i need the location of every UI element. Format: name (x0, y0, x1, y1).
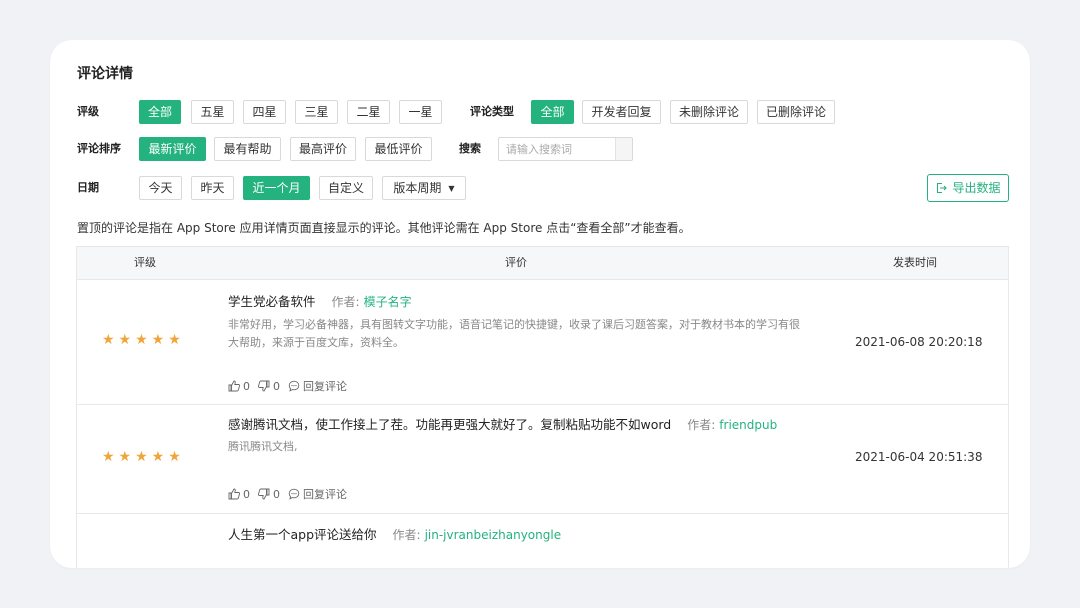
comment-icon (288, 488, 300, 500)
thumb-up-icon (228, 380, 240, 392)
pinned-review-notice: 置顶的评论是指在 App Store 应用详情页面直接显示的评论。其他评论需在 … (77, 221, 691, 235)
export-data-label: 导出数据 (952, 181, 1001, 195)
like-button[interactable]: 0 (228, 380, 250, 393)
comment-icon (288, 380, 300, 392)
review-title-text: 学生党必备软件 (228, 294, 316, 309)
review-actions: 0 0 回复评论 (228, 378, 355, 394)
author-name[interactable]: jin-jvranbeizhanyongle (425, 528, 562, 542)
search-label: 搜索 (459, 142, 481, 155)
date-today-button[interactable]: 今天 (139, 176, 182, 200)
rating-all-button[interactable]: 全部 (139, 100, 181, 124)
author-label: 作者: (687, 418, 716, 432)
rating-four-star-button[interactable]: 四星 (243, 100, 286, 124)
like-button[interactable]: 0 (228, 488, 250, 501)
star-rating: ★★★★★ (102, 332, 185, 348)
rating-filter-label: 评级 (77, 105, 99, 118)
review-date: 2021-06-04 20:51:38 (855, 450, 983, 464)
thumb-down-icon (258, 380, 270, 392)
thumb-up-icon (228, 488, 240, 500)
dislike-button[interactable]: 0 (258, 380, 280, 393)
reply-label: 回复评论 (303, 488, 347, 501)
type-developer-reply-button[interactable]: 开发者回复 (582, 100, 661, 124)
thumb-down-icon (258, 488, 270, 500)
search-box (498, 137, 633, 161)
type-deleted-button[interactable]: 已删除评论 (757, 100, 835, 124)
reply-label: 回复评论 (303, 380, 347, 393)
review-actions: 0 0 回复评论 (228, 486, 355, 502)
author-label: 作者: (392, 528, 421, 542)
table-row: 人生第一个app评论送给你 作者: jin-jvranbeizhanyongle (77, 514, 1008, 568)
export-data-button[interactable]: 导出数据 (927, 174, 1009, 202)
dislike-count: 0 (273, 380, 280, 393)
author-name[interactable]: 模子名字 (364, 295, 412, 309)
review-title-text: 感谢腾讯文档，使工作接上了茬。功能再更强大就好了。复制粘贴功能不如word (228, 417, 672, 432)
reply-button[interactable]: 回复评论 (288, 488, 347, 501)
review-title: 人生第一个app评论送给你 作者: jin-jvranbeizhanyongle (228, 524, 561, 543)
type-filter-label: 评论类型 (470, 105, 514, 118)
table-header: 评级 评价 发表时间 (77, 247, 1008, 280)
header-time: 发表时间 (893, 256, 937, 269)
table-row: ★★★★★ 感谢腾讯文档，使工作接上了茬。功能再更强大就好了。复制粘贴功能不如w… (77, 405, 1008, 514)
header-rating: 评级 (134, 256, 156, 269)
author-label: 作者: (331, 295, 360, 309)
sort-newest-button[interactable]: 最新评价 (139, 137, 206, 161)
table-row: ★★★★★ 学生党必备软件 作者: 模子名字 非常好用，学习必备神器，具有图转文字功… (77, 280, 1008, 405)
review-body: 腾讯腾讯文档, (228, 440, 298, 453)
dislike-button[interactable]: 0 (258, 488, 280, 501)
rating-one-star-button[interactable]: 一星 (399, 100, 442, 124)
export-icon (937, 182, 948, 194)
review-title: 学生党必备软件 作者: 模子名字 (228, 291, 412, 310)
type-all-button[interactable]: 全部 (531, 100, 574, 124)
sort-lowest-button[interactable]: 最低评价 (365, 137, 432, 161)
rating-five-star-button[interactable]: 五星 (191, 100, 234, 124)
review-title: 感谢腾讯文档，使工作接上了茬。功能再更强大就好了。复制粘贴功能不如word 作者:… (228, 414, 777, 433)
sort-highest-button[interactable]: 最高评价 (290, 137, 356, 161)
like-count: 0 (243, 488, 250, 501)
date-last-month-button[interactable]: 近一个月 (243, 176, 310, 200)
version-period-dropdown[interactable]: 版本周期 ▼ (382, 176, 466, 200)
rating-three-star-button[interactable]: 三星 (295, 100, 338, 124)
date-custom-button[interactable]: 自定义 (319, 176, 373, 200)
review-date: 2021-06-08 20:20:18 (855, 335, 983, 349)
version-period-label: 版本周期 (393, 181, 442, 195)
star-rating: ★★★★★ (102, 449, 185, 465)
date-yesterday-button[interactable]: 昨天 (191, 176, 234, 200)
search-addon[interactable] (615, 138, 632, 160)
search-input[interactable] (499, 138, 616, 160)
page-title: 评论详情 (77, 66, 133, 82)
rating-two-star-button[interactable]: 二星 (347, 100, 390, 124)
type-not-deleted-button[interactable]: 未删除评论 (670, 100, 748, 124)
review-title-text: 人生第一个app评论送给你 (228, 527, 377, 542)
reply-button[interactable]: 回复评论 (288, 380, 347, 393)
date-filter-label: 日期 (77, 181, 99, 194)
reviews-table: 评级 评价 发表时间 ★★★★★ 学生党必备软件 作者: 模子名字 非常好用，学习必… (76, 246, 1009, 568)
dislike-count: 0 (273, 488, 280, 501)
sort-most-helpful-button[interactable]: 最有帮助 (214, 137, 281, 161)
like-count: 0 (243, 380, 250, 393)
review-details-card: 评论详情 评级 全部 五星 四星 三星 二星 一星 评论类型 全部 开发者回复 … (50, 40, 1030, 568)
caret-down-icon: ▼ (448, 184, 455, 193)
author-name[interactable]: friendpub (719, 418, 777, 432)
review-body: 非常好用，学习必备神器，具有图转文字功能，语音记笔记的快捷键，收录了课后习题答案… (228, 318, 800, 349)
sort-filter-label: 评论排序 (77, 142, 121, 155)
header-review: 评价 (505, 256, 527, 269)
